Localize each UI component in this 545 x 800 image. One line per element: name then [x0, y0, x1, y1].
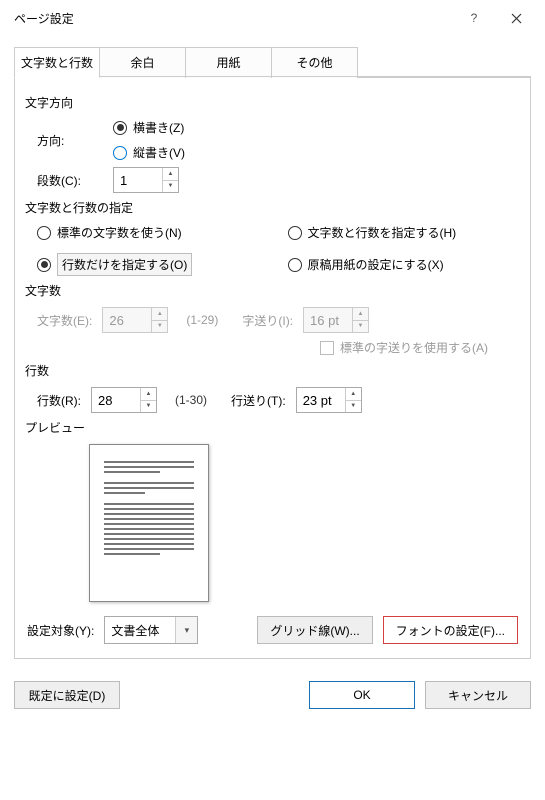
label-columns: 段数(C):: [27, 172, 113, 189]
chevron-up-icon[interactable]: ▲: [346, 388, 361, 401]
input-columns[interactable]: [114, 168, 162, 192]
spin-char-pitch: ▲▼: [303, 307, 369, 333]
gridlines-button[interactable]: グリッド線(W)...: [257, 616, 372, 644]
label-char-pitch: 字送り(I):: [242, 312, 293, 329]
radio-dot-icon: [113, 121, 127, 135]
check-default-pitch-label: 標準の字送りを使用する(A): [340, 339, 488, 356]
tab-chars-lines[interactable]: 文字数と行数: [14, 47, 100, 78]
input-line-pitch[interactable]: [297, 388, 345, 412]
row-direction: 方向: 横書き(Z) 縦書き(V): [27, 119, 518, 161]
radio-standard-chars[interactable]: 標準の文字数を使う(N): [37, 224, 268, 241]
chevron-down-icon[interactable]: ▼: [141, 401, 156, 413]
spin-arrows: ▲▼: [352, 308, 368, 332]
set-default-button[interactable]: 既定に設定(D): [14, 681, 120, 709]
radio-dot-icon: [288, 226, 302, 240]
group-title-grid-spec: 文字数と行数の指定: [25, 199, 518, 216]
radio-vertical[interactable]: 縦書き(V): [113, 144, 185, 161]
chevron-down-icon[interactable]: ▼: [163, 181, 178, 193]
row-default-pitch: 標準の字送りを使用する(A): [27, 339, 518, 356]
chevron-up-icon[interactable]: ▲: [141, 388, 156, 401]
spin-arrows: ▲▼: [151, 308, 167, 332]
spin-arrows[interactable]: ▲▼: [140, 388, 156, 412]
radio-chars-and-lines-label: 文字数と行数を指定する(H): [308, 224, 457, 241]
row-line-count: 行数(R): ▲▼ (1-30) 行送り(T): ▲▼: [27, 387, 518, 413]
group-title-lines: 行数: [25, 362, 518, 379]
preview-page: [89, 444, 209, 602]
label-char-count: 文字数(E):: [37, 312, 92, 329]
chevron-down-icon[interactable]: ▼: [346, 401, 361, 413]
tab-other[interactable]: その他: [272, 47, 358, 78]
group-title-chars: 文字数: [25, 282, 518, 299]
spin-columns[interactable]: ▲▼: [113, 167, 179, 193]
group-title-text-direction: 文字方向: [25, 94, 518, 111]
dialog-footer: 既定に設定(D) OK キャンセル: [0, 671, 545, 719]
cancel-button[interactable]: キャンセル: [425, 681, 531, 709]
spin-arrows[interactable]: ▲▼: [345, 388, 361, 412]
spin-line-pitch[interactable]: ▲▼: [296, 387, 362, 413]
radio-manuscript[interactable]: 原稿用紙の設定にする(X): [288, 253, 519, 276]
tab-margins[interactable]: 余白: [100, 47, 186, 78]
ok-button[interactable]: OK: [309, 681, 415, 709]
chevron-down-icon[interactable]: ▾: [175, 617, 197, 643]
dialog-title: ページ設定: [14, 10, 453, 27]
hint-char-range: (1-29): [186, 313, 218, 327]
radio-horizontal[interactable]: 横書き(Z): [113, 119, 185, 136]
radio-lines-only-label: 行数だけを指定する(O): [57, 253, 192, 276]
chevron-up-icon: ▲: [353, 308, 368, 321]
label-line-count: 行数(R):: [37, 392, 81, 409]
help-button[interactable]: ?: [453, 4, 495, 32]
chevron-up-icon[interactable]: ▲: [163, 168, 178, 181]
radio-standard-chars-label: 標準の文字数を使う(N): [57, 224, 182, 241]
check-default-pitch: 標準の字送りを使用する(A): [320, 339, 488, 356]
radio-dot-icon: [37, 258, 51, 272]
font-settings-button[interactable]: フォントの設定(F)...: [383, 616, 518, 644]
close-button[interactable]: [495, 4, 537, 32]
row-columns: 段数(C): ▲▼: [27, 167, 518, 193]
radio-chars-and-lines[interactable]: 文字数と行数を指定する(H): [288, 224, 519, 241]
select-apply-to-value[interactable]: [105, 623, 175, 637]
radio-lines-only[interactable]: 行数だけを指定する(O): [37, 253, 268, 276]
tabstrip: 文字数と行数 余白 用紙 その他: [14, 46, 531, 77]
spin-arrows[interactable]: ▲▼: [162, 168, 178, 192]
tab-panel: 文字方向 方向: 横書き(Z) 縦書き(V) 段数(C): ▲▼ 文字数と行数の…: [14, 77, 531, 659]
chevron-down-icon: ▼: [152, 321, 167, 333]
chevron-down-icon: ▼: [353, 321, 368, 333]
spin-char-count: ▲▼: [102, 307, 168, 333]
radio-horizontal-label: 横書き(Z): [133, 119, 184, 136]
input-line-count[interactable]: [92, 388, 140, 412]
input-char-pitch: [304, 308, 352, 332]
chevron-up-icon: ▲: [152, 308, 167, 321]
titlebar: ページ設定 ?: [0, 0, 545, 36]
radio-dot-icon: [37, 226, 51, 240]
radio-dot-icon: [113, 146, 127, 160]
radio-manuscript-label: 原稿用紙の設定にする(X): [308, 256, 444, 273]
select-apply-to[interactable]: ▾: [104, 616, 198, 644]
label-direction: 方向:: [27, 132, 113, 149]
label-apply-to: 設定対象(Y):: [27, 622, 94, 639]
close-icon: [511, 13, 522, 24]
checkbox-icon: [320, 341, 334, 355]
group-title-preview: プレビュー: [25, 419, 518, 436]
row-apply-to: 設定対象(Y): ▾ グリッド線(W)... フォントの設定(F)...: [27, 616, 518, 644]
input-char-count: [103, 308, 151, 332]
spin-line-count[interactable]: ▲▼: [91, 387, 157, 413]
label-line-pitch: 行送り(T):: [231, 392, 286, 409]
radio-dot-icon: [288, 258, 302, 272]
grid-spec-radios: 標準の文字数を使う(N) 文字数と行数を指定する(H) 行数だけを指定する(O)…: [27, 224, 518, 276]
radio-vertical-label: 縦書き(V): [133, 144, 185, 161]
tab-paper[interactable]: 用紙: [186, 47, 272, 78]
row-char-count: 文字数(E): ▲▼ (1-29) 字送り(I): ▲▼: [27, 307, 518, 333]
hint-line-range: (1-30): [175, 393, 207, 407]
